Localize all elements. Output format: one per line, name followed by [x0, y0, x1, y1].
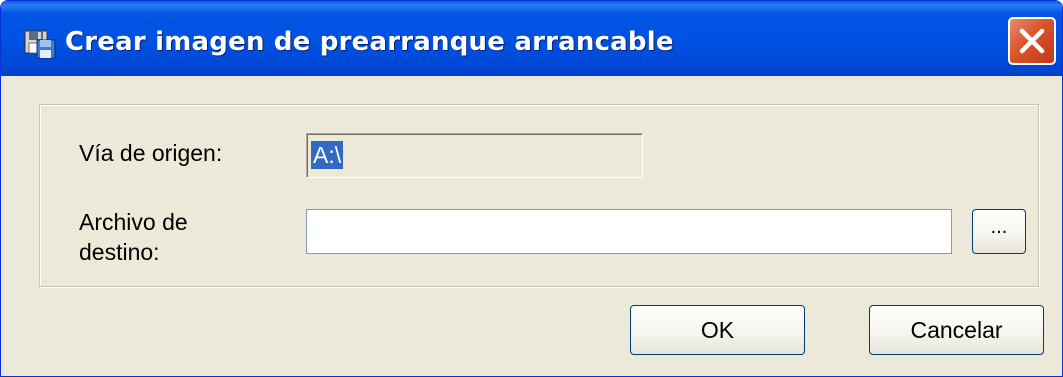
- destination-file-input[interactable]: [306, 209, 952, 254]
- ok-button[interactable]: OK: [630, 305, 805, 355]
- source-path-field[interactable]: A:\: [306, 133, 643, 178]
- close-button[interactable]: [1008, 17, 1056, 65]
- dialog-window: Crear imagen de prearranque arrancable V…: [0, 0, 1063, 377]
- disk-image-app-icon: [23, 28, 57, 60]
- cancel-button[interactable]: Cancelar: [869, 305, 1044, 355]
- source-path-label: Vía de origen:: [79, 140, 223, 166]
- destination-file-label: Archivo de destino:: [79, 209, 188, 265]
- dialog-body: Vía de origen: A:\ Archivo de destino: .…: [5, 76, 1058, 374]
- title-bar[interactable]: Crear imagen de prearranque arrancable: [1, 1, 1062, 76]
- close-icon: [1019, 28, 1045, 54]
- source-path-value: A:\: [311, 141, 344, 169]
- dialog-title: Crear imagen de prearranque arrancable: [65, 27, 674, 57]
- browse-button[interactable]: ...: [972, 209, 1026, 254]
